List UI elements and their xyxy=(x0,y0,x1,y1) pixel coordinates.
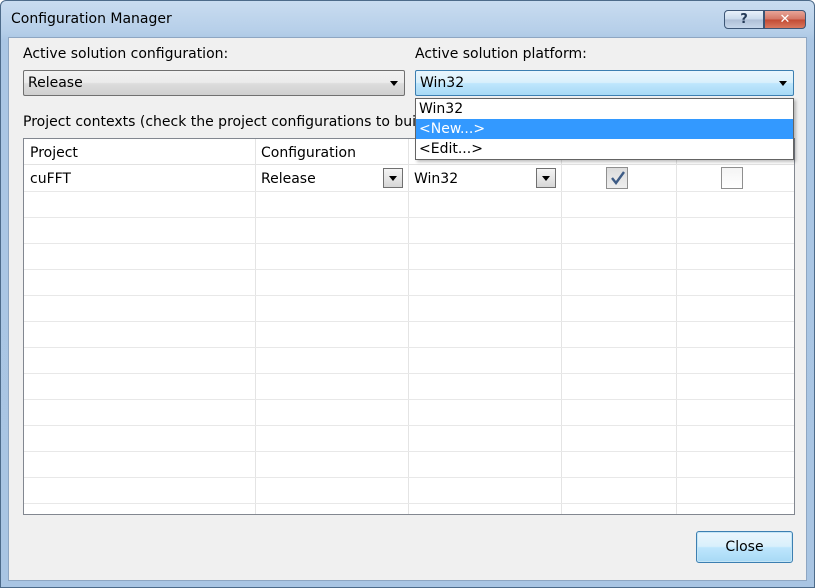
row-divider xyxy=(24,503,794,504)
active-platform-label: Active solution platform: xyxy=(415,46,587,62)
project-contexts-grid: Project Configuration cuFFT Release Win3… xyxy=(23,138,795,515)
help-button[interactable]: ? xyxy=(724,10,764,29)
configuration-cell[interactable]: Release xyxy=(261,171,316,187)
platform-dropdown-button[interactable] xyxy=(536,168,556,188)
chevron-down-icon xyxy=(389,176,397,181)
window-title: Configuration Manager xyxy=(11,11,172,27)
row-divider xyxy=(24,477,794,478)
row-divider xyxy=(24,269,794,270)
window-close-button[interactable]: ✕ xyxy=(764,10,806,29)
configuration-manager-window: Configuration Manager ? ✕ Active solutio… xyxy=(0,0,815,588)
dialog-body: Active solution configuration: Release A… xyxy=(8,37,807,581)
active-platform-value: Win32 xyxy=(420,75,465,91)
build-checkbox[interactable] xyxy=(606,167,628,189)
column-header-configuration[interactable]: Configuration xyxy=(261,145,356,161)
row-divider xyxy=(24,217,794,218)
column-divider xyxy=(676,139,677,514)
platform-dropdown-list: Win32 <New...> <Edit...> xyxy=(415,98,794,160)
column-divider xyxy=(408,139,409,514)
title-bar: Configuration Manager ? ✕ xyxy=(1,1,814,39)
project-name-cell: cuFFT xyxy=(30,171,71,187)
chevron-down-icon xyxy=(390,81,398,86)
row-divider xyxy=(24,243,794,244)
active-config-label: Active solution configuration: xyxy=(23,46,229,62)
column-header-project[interactable]: Project xyxy=(30,145,78,161)
row-divider xyxy=(24,321,794,322)
row-divider xyxy=(24,191,794,192)
row-divider xyxy=(24,347,794,348)
active-config-combo[interactable]: Release xyxy=(23,70,405,96)
project-contexts-label: Project contexts (check the project conf… xyxy=(23,114,441,130)
deploy-checkbox[interactable] xyxy=(721,167,743,189)
close-button[interactable]: Close xyxy=(696,531,793,563)
row-divider xyxy=(24,451,794,452)
row-divider xyxy=(24,373,794,374)
chevron-down-icon xyxy=(779,81,787,86)
platform-option-new[interactable]: <New...> xyxy=(416,119,793,139)
row-divider xyxy=(24,425,794,426)
platform-cell[interactable]: Win32 xyxy=(414,171,458,187)
chevron-down-icon xyxy=(542,176,550,181)
active-platform-combo[interactable]: Win32 xyxy=(415,70,794,96)
platform-option-edit[interactable]: <Edit...> xyxy=(416,139,793,159)
active-config-value: Release xyxy=(28,75,83,91)
row-divider xyxy=(24,295,794,296)
column-divider xyxy=(561,139,562,514)
configuration-dropdown-button[interactable] xyxy=(383,168,403,188)
column-divider xyxy=(255,139,256,514)
row-divider xyxy=(24,399,794,400)
check-icon xyxy=(611,171,625,185)
platform-option-win32[interactable]: Win32 xyxy=(416,99,793,119)
